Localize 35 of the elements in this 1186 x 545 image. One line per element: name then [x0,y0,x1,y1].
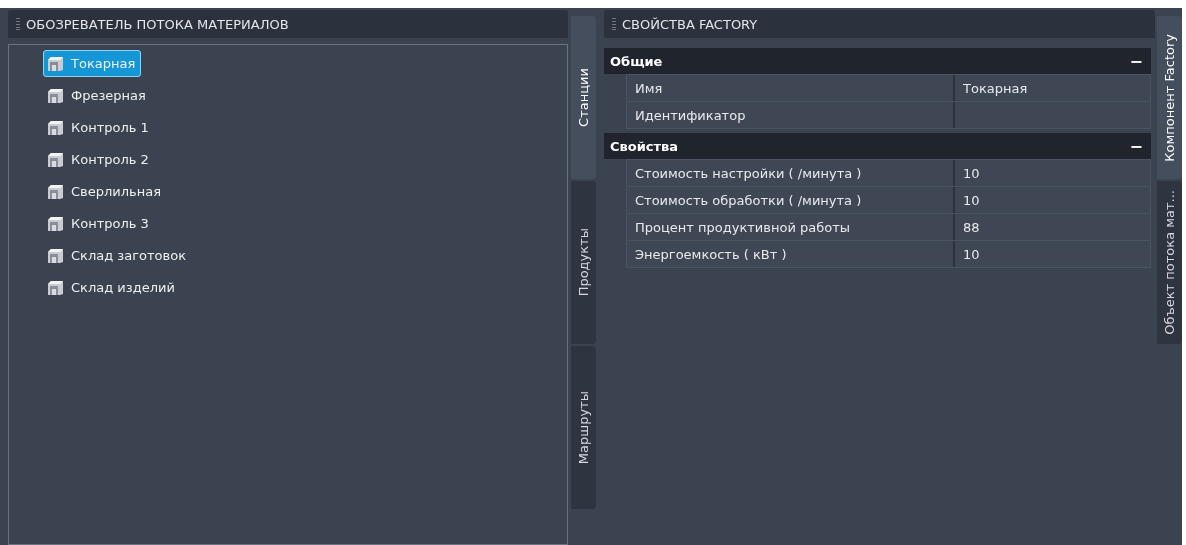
building-icon [47,119,64,136]
tree-item[interactable]: Склад заготовок [43,240,192,271]
section-title: Общие [610,53,663,69]
collapse-toggle[interactable]: − [1127,51,1145,71]
building-icon [47,87,64,104]
building-icon [47,279,64,296]
property-name: Энергоемкость ( кВт ) [627,241,955,267]
side-tab[interactable]: Объект потока мат... [1157,181,1182,344]
panel-title: СВОЙСТВА FACTORY [622,16,758,32]
building-icon [47,55,64,72]
property-name: Идентификатор [627,102,955,128]
side-tab[interactable]: Компонент Factory [1157,16,1182,179]
building-icon [47,151,64,168]
collapse-toggle[interactable]: − [1127,136,1145,156]
grip-icon[interactable] [612,18,616,30]
section-title: Свойства [610,138,679,154]
property-value[interactable]: Токарная [955,75,1150,101]
side-tab[interactable]: Продукты [571,181,596,344]
building-icon [47,215,64,232]
grip-icon[interactable] [16,18,20,30]
property-value[interactable]: 88 [955,214,1150,240]
tree-item[interactable]: Контроль 1 [43,112,155,143]
property-value[interactable]: 10 [955,241,1150,267]
building-icon [47,247,64,264]
tree-item[interactable]: Контроль 2 [43,144,155,175]
tree-item[interactable]: Фрезерная [43,80,152,111]
tree-item[interactable]: Склад изделий [43,272,181,303]
side-tab[interactable]: Станции [571,16,596,179]
property-value[interactable]: 10 [955,160,1150,186]
tree-item[interactable]: Контроль 3 [43,208,155,239]
building-icon [47,183,64,200]
property-value[interactable]: 10 [955,187,1150,213]
side-tab[interactable]: Маршруты [571,346,596,509]
tree-item[interactable]: Сверлильная [43,176,167,207]
panel-title: ОБОЗРЕВАТЕЛЬ ПОТОКА МАТЕРИАЛОВ [26,16,289,32]
